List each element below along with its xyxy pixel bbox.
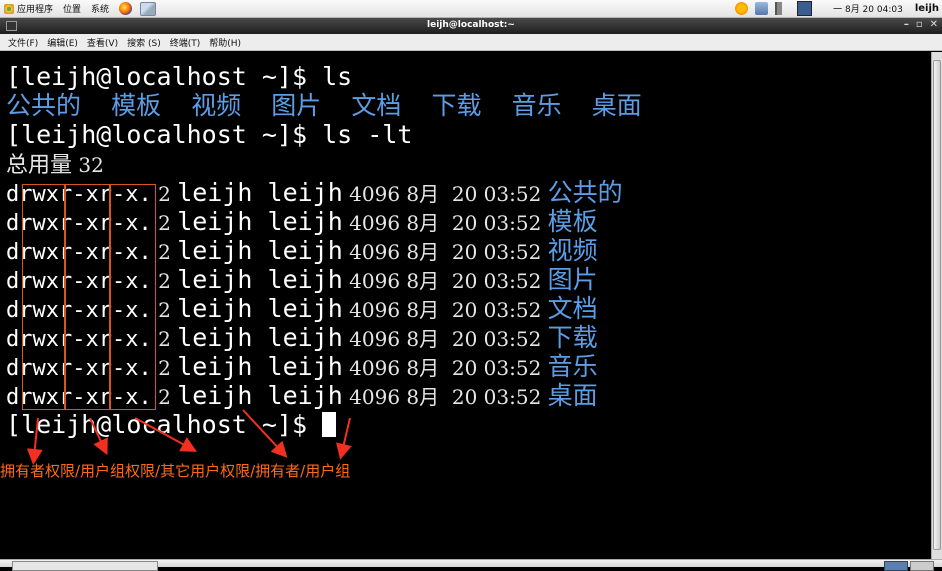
entry-name: 模板: [547, 207, 598, 236]
system-tray: 一 8月 20 04:03 leijh: [735, 0, 942, 17]
owner-name: leijh: [177, 294, 253, 323]
owner-perm-box: [22, 184, 65, 410]
owner-name: leijh: [177, 265, 253, 294]
owner-name: leijh: [177, 178, 253, 207]
size-date: 4096 8月 20 03:52: [342, 240, 548, 264]
scrollbar-thumb[interactable]: [933, 60, 941, 550]
ls-output: 公共的 模板 视频 图片 文档 下载 音乐 桌面: [6, 91, 642, 120]
window-controls: – ▫ ✕: [904, 19, 938, 30]
owner-name: leijh: [177, 381, 253, 410]
perm-type: d: [6, 211, 20, 236]
window-titlebar[interactable]: leijh@localhost:~ – ▫ ✕: [0, 18, 942, 34]
display-icon[interactable]: [797, 1, 813, 16]
group-name: leijh: [267, 178, 343, 207]
firefox-icon[interactable]: [119, 2, 133, 15]
terminal-area[interactable]: [leijh@localhost ~]$ ls 公共的 模板 视频 图片 文档 …: [0, 52, 931, 560]
group-name: leijh: [267, 294, 343, 323]
command: ls: [322, 62, 353, 91]
top-panel: 应用程序 位置 系统 一 8月 20 04:03 leijh: [0, 0, 942, 18]
panel-menus: 应用程序 位置 系统: [0, 1, 157, 16]
perm-type: d: [6, 298, 20, 323]
group-name: leijh: [267, 323, 343, 352]
group-name: leijh: [267, 352, 343, 381]
perm-type: d: [6, 240, 20, 265]
entry-name: 下载: [547, 323, 598, 352]
scrollbar[interactable]: [931, 52, 942, 560]
entry-name: 图片: [547, 265, 598, 294]
terminal-menubar: 文件(F) 编辑(E) 查看(V) 搜索 (S) 终端(T) 帮助(H): [0, 34, 942, 51]
entry-name: 文档: [547, 294, 598, 323]
group-name: leijh: [267, 236, 343, 265]
size-date: 4096 8月 20 03:52: [342, 211, 548, 235]
panel-menu-places[interactable]: 位置: [63, 2, 81, 15]
prompt: [leijh@localhost ~]$: [6, 410, 323, 439]
size-date: 4096 8月 20 03:52: [342, 298, 548, 322]
menu-terminal[interactable]: 终端(T): [170, 36, 201, 49]
size-date: 4096 8月 20 03:52: [342, 182, 548, 206]
volume-icon[interactable]: [775, 2, 791, 15]
group-name: leijh: [267, 381, 343, 410]
group-perm-box: [65, 184, 110, 410]
perm-type: d: [6, 327, 20, 352]
panel-clock[interactable]: 一 8月 20 04:03: [833, 2, 903, 15]
menu-help[interactable]: 帮助(H): [209, 36, 241, 49]
workspace-1[interactable]: [884, 561, 908, 571]
total-value: 32: [72, 153, 104, 177]
owner-name: leijh: [177, 236, 253, 265]
terminal-line: [leijh@localhost ~]$: [6, 410, 337, 439]
other-perm-box: [110, 184, 156, 410]
group-name: leijh: [267, 265, 343, 294]
menu-view[interactable]: 查看(V): [87, 36, 118, 49]
panel-menu-applications[interactable]: 应用程序: [17, 2, 53, 15]
entry-name: 视频: [547, 236, 598, 265]
text-cursor: [322, 412, 337, 437]
command: ls -lt: [322, 120, 413, 149]
workspace-2[interactable]: [910, 561, 934, 571]
annotation-label: 拥有者权限/用户组权限/其它用户权限/拥有者/用户组: [0, 462, 351, 480]
total-label: 总用量: [6, 153, 73, 178]
group-name: leijh: [267, 207, 343, 236]
terminal-line: [leijh@localhost ~]$ ls -lt: [6, 120, 412, 149]
owner-name: leijh: [177, 352, 253, 381]
prompt: [leijh@localhost ~]$: [6, 62, 323, 91]
taskbar-terminal-button[interactable]: [12, 561, 158, 571]
perm-type: d: [6, 385, 20, 410]
size-date: 4096 8月 20 03:52: [342, 269, 548, 293]
size-date: 4096 8月 20 03:52: [342, 356, 548, 380]
perm-type: d: [6, 182, 20, 207]
minimize-button[interactable]: –: [904, 19, 909, 30]
total-line: 总用量 32: [6, 149, 104, 178]
perm-type: d: [6, 356, 20, 381]
size-date: 4096 8月 20 03:52: [342, 327, 548, 351]
menu-file[interactable]: 文件(F): [8, 36, 38, 49]
applications-icon[interactable]: [4, 3, 14, 14]
update-icon[interactable]: [735, 2, 749, 15]
owner-name: leijh: [177, 323, 253, 352]
entry-name: 桌面: [547, 381, 598, 410]
prompt: [leijh@localhost ~]$: [6, 120, 323, 149]
close-button[interactable]: ✕: [930, 19, 938, 30]
mail-icon[interactable]: [140, 1, 157, 16]
size-date: 4096 8月 20 03:52: [342, 385, 548, 409]
terminal-line: [leijh@localhost ~]$ ls: [6, 62, 352, 91]
menu-search[interactable]: 搜索 (S): [127, 36, 161, 49]
panel-menu-system[interactable]: 系统: [91, 2, 109, 15]
perm-type: d: [6, 269, 20, 294]
entry-name: 公共的: [547, 178, 623, 207]
owner-name: leijh: [177, 207, 253, 236]
maximize-button[interactable]: ▫: [916, 19, 923, 30]
network-icon[interactable]: [755, 2, 769, 15]
entry-name: 音乐: [547, 352, 598, 381]
panel-user[interactable]: leijh: [915, 3, 939, 14]
menu-edit[interactable]: 编辑(E): [47, 36, 78, 49]
window-title: leijh@localhost:~: [427, 20, 515, 30]
